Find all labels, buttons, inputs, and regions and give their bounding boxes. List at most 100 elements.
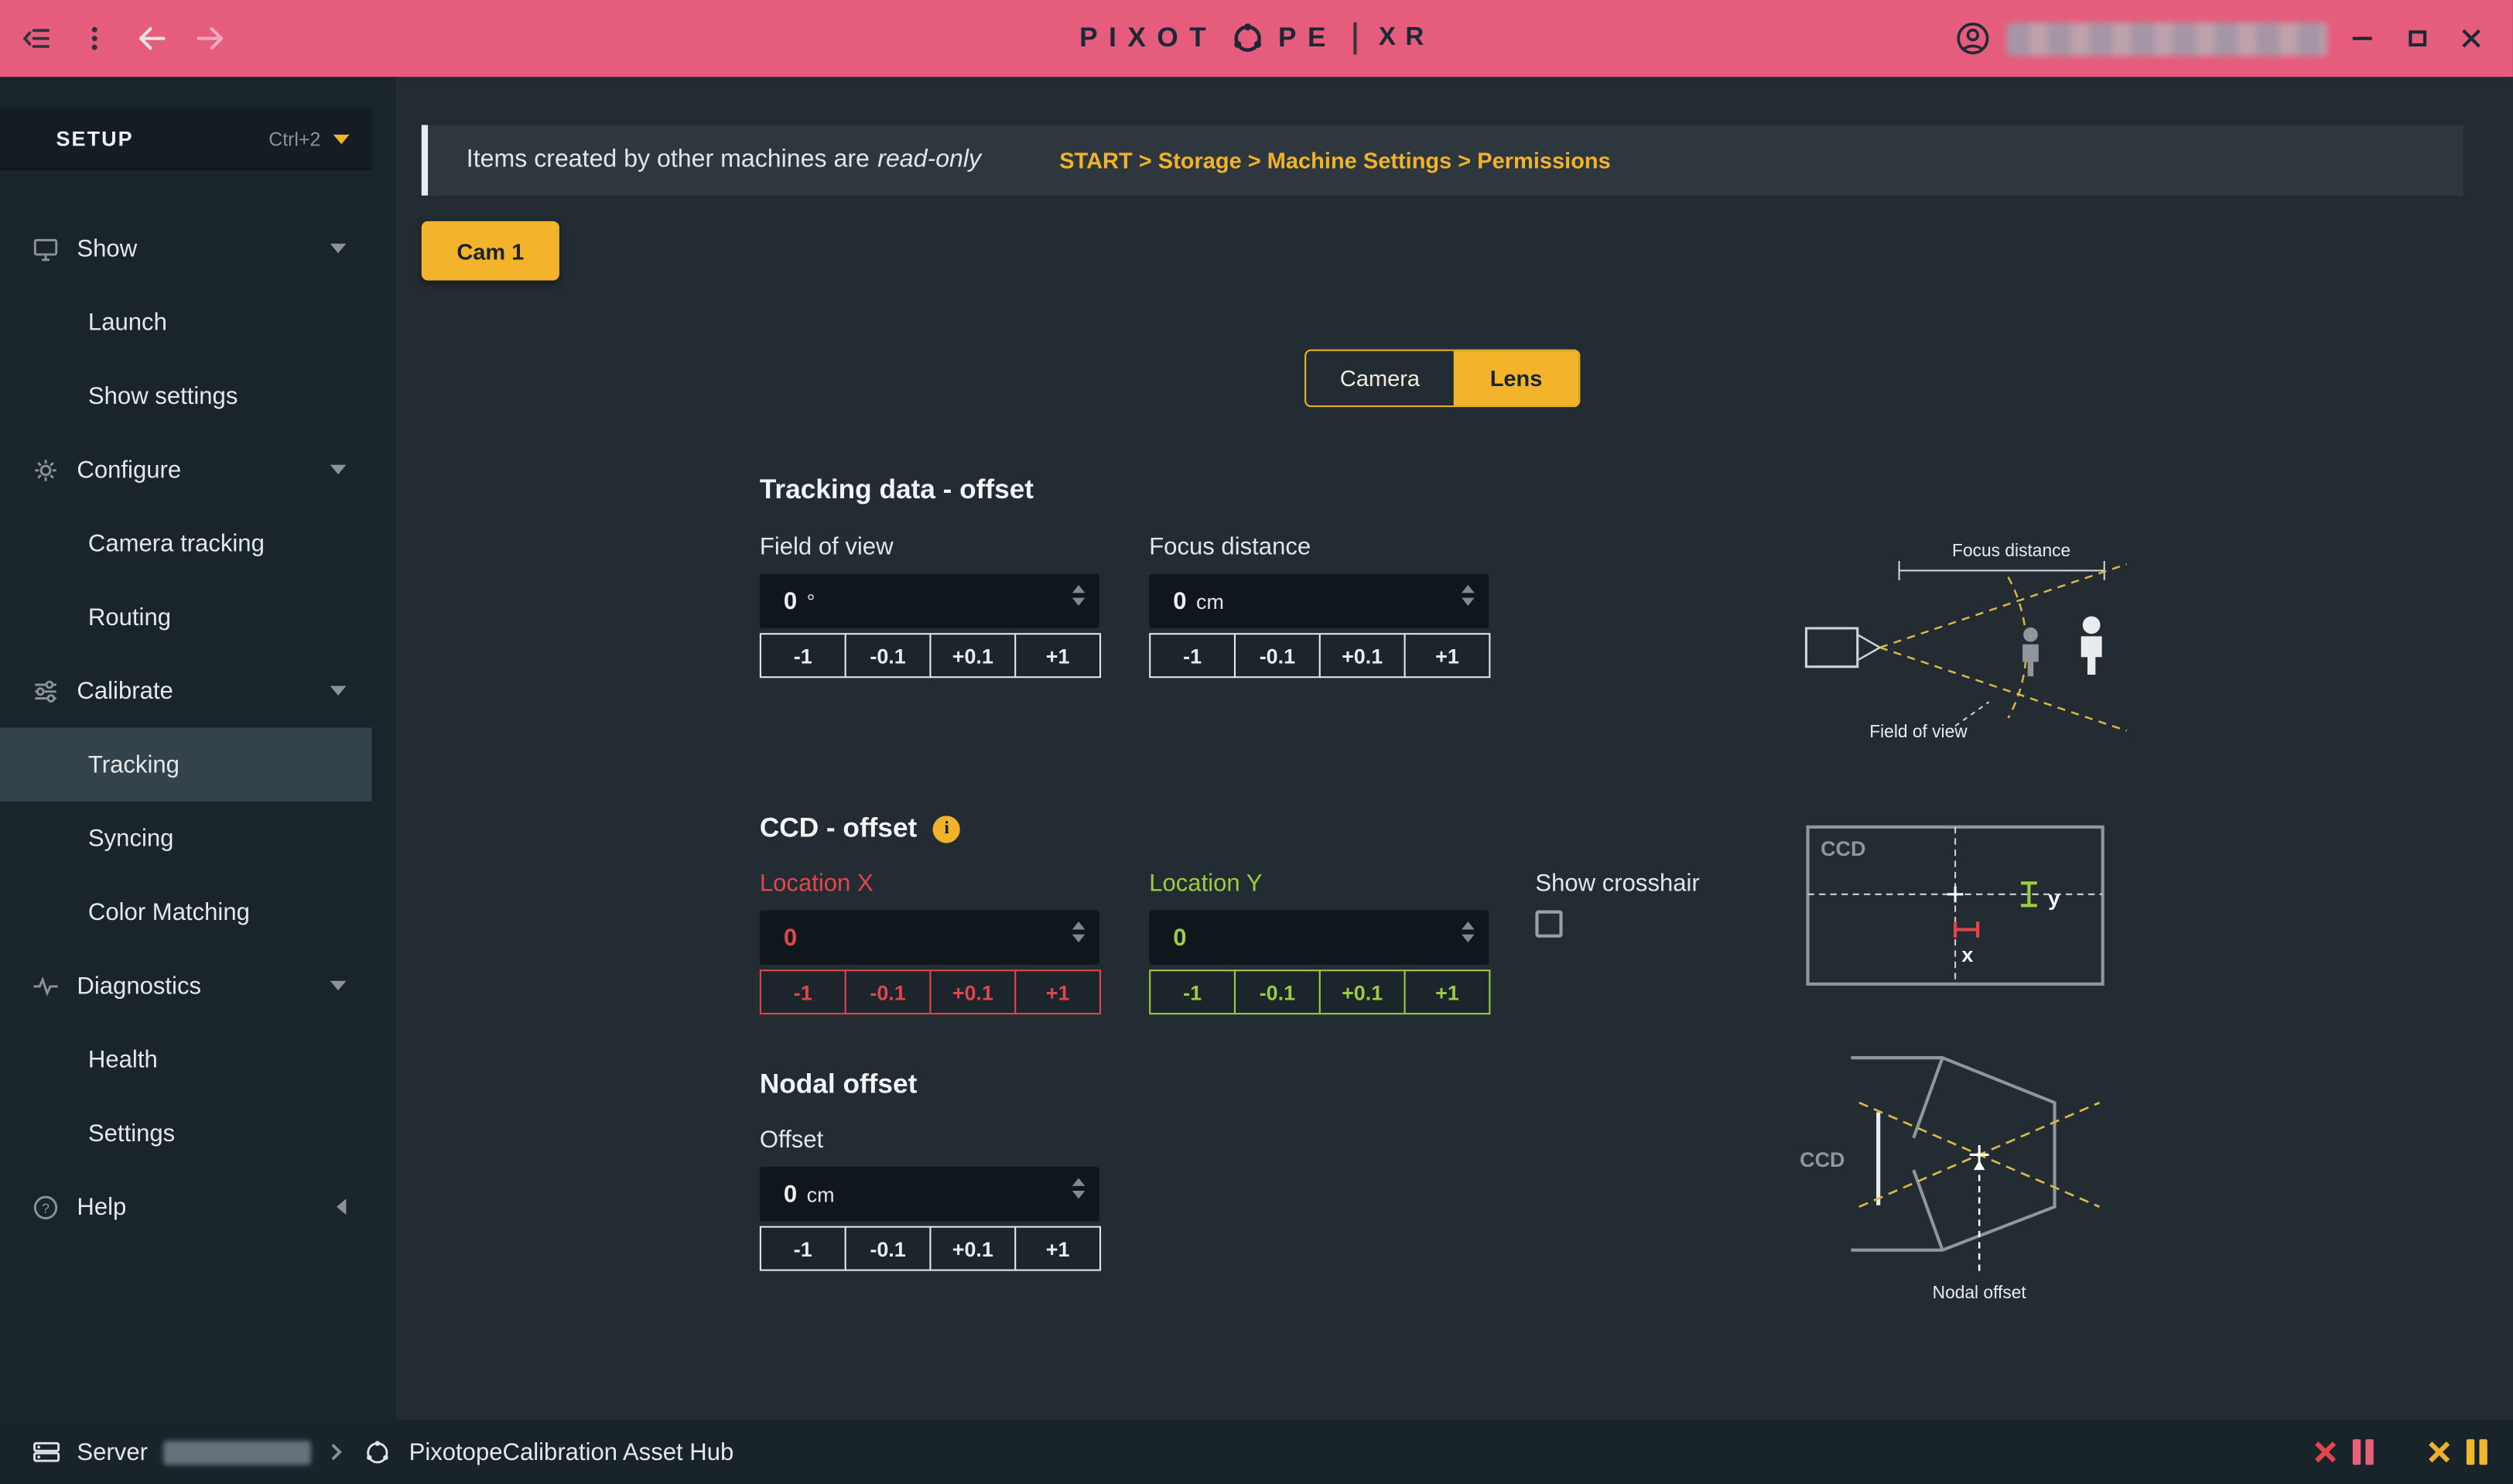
- setup-selector[interactable]: SETUP Ctrl+2: [0, 109, 372, 170]
- spin-up-icon: [1072, 585, 1086, 593]
- sidebar-item-camera-tracking[interactable]: Camera tracking: [0, 507, 372, 580]
- sidebar-item-launch[interactable]: Launch: [0, 286, 372, 359]
- nodal-minus-0.1-button[interactable]: -0.1: [845, 1226, 932, 1271]
- svg-text:CCD: CCD: [1821, 837, 1865, 860]
- location-x-input[interactable]: 0: [760, 911, 1099, 965]
- field-of-view-field: Field of view 0 ° -1 -0.1 +0.1 +1: [760, 534, 1106, 678]
- fov-focus-diagram: Focus distance Field of view: [1790, 539, 2143, 744]
- cam1-button[interactable]: Cam 1: [422, 221, 559, 281]
- stepper-arrows[interactable]: [1462, 585, 1475, 606]
- svg-text:y: y: [2048, 887, 2060, 910]
- pixotope-atom-icon: [363, 1437, 393, 1467]
- nodal-plus-1-button[interactable]: +1: [1014, 1226, 1101, 1271]
- close-button[interactable]: [2452, 16, 2491, 61]
- collapse-sidebar-icon[interactable]: [19, 21, 55, 56]
- sidebar-item-show[interactable]: Show: [0, 211, 372, 285]
- stepper-arrows[interactable]: [1072, 585, 1086, 606]
- forward-icon[interactable]: [193, 21, 228, 56]
- locy-plus-0.1-button[interactable]: +0.1: [1319, 969, 1406, 1014]
- logo-text-right: PE: [1278, 22, 1337, 54]
- nodal-offset-input[interactable]: 0 cm: [760, 1167, 1099, 1221]
- sidebar-item-color-matching[interactable]: Color Matching: [0, 875, 372, 949]
- locy-minus-0.1-button[interactable]: -0.1: [1234, 969, 1321, 1014]
- sidebar-item-syncing[interactable]: Syncing: [0, 802, 372, 875]
- tab-camera[interactable]: Camera: [1306, 351, 1454, 405]
- red-stop-indicator[interactable]: [2311, 1438, 2340, 1466]
- back-icon[interactable]: [135, 21, 170, 56]
- user-account-icon[interactable]: [1955, 21, 1991, 56]
- chevron-down-icon: [330, 981, 347, 990]
- yellow-stop-indicator[interactable]: [2425, 1438, 2453, 1466]
- focus-minus-0.1-button[interactable]: -0.1: [1234, 633, 1321, 678]
- spin-up-icon: [1072, 922, 1086, 929]
- show-crosshair-checkbox[interactable]: [1535, 911, 1562, 938]
- sidebar-item-show-settings[interactable]: Show settings: [0, 359, 372, 433]
- location-y-input[interactable]: 0: [1149, 911, 1489, 965]
- spin-up-icon: [1462, 922, 1475, 929]
- section-title-ccd-offset: CCD - offset: [760, 812, 960, 844]
- stepper-arrows[interactable]: [1072, 1178, 1086, 1198]
- sidebar-item-settings[interactable]: Settings: [0, 1096, 372, 1170]
- topbar: PIXOT PE XR: [0, 0, 2513, 77]
- minimize-button[interactable]: [2343, 16, 2381, 61]
- spin-down-icon: [1462, 935, 1475, 942]
- fov-plus-1-button[interactable]: +1: [1014, 633, 1101, 678]
- spin-down-icon: [1072, 1191, 1086, 1198]
- nodal-plus-0.1-button[interactable]: +0.1: [929, 1226, 1016, 1271]
- svg-text:Nodal offset: Nodal offset: [1933, 1282, 2027, 1302]
- red-pause-indicator[interactable]: [2353, 1439, 2374, 1465]
- locy-plus-1-button[interactable]: +1: [1404, 969, 1491, 1014]
- sidebar-item-diagnostics[interactable]: Diagnostics: [0, 949, 372, 1022]
- fov-minus-0.1-button[interactable]: -0.1: [845, 633, 932, 678]
- asset-hub-label[interactable]: PixotopeCalibration Asset Hub: [409, 1438, 734, 1465]
- locx-minus-1-button[interactable]: -1: [760, 969, 846, 1014]
- tab-lens[interactable]: Lens: [1454, 351, 1579, 405]
- spin-up-icon: [1072, 1178, 1086, 1185]
- section-title-tracking-offset: Tracking data - offset: [760, 474, 1034, 506]
- setup-title: SETUP: [56, 127, 133, 151]
- sidebar-item-health[interactable]: Health: [0, 1023, 372, 1096]
- fov-plus-0.1-button[interactable]: +0.1: [929, 633, 1016, 678]
- show-crosshair-group: Show crosshair: [1535, 870, 1699, 938]
- configure-icon: [32, 456, 59, 483]
- focus-distance-input[interactable]: 0 cm: [1149, 574, 1489, 628]
- help-icon: ?: [32, 1193, 59, 1220]
- maximize-button[interactable]: [2398, 16, 2436, 61]
- breadcrumb[interactable]: START > Storage > Machine Settings > Per…: [1059, 125, 1611, 196]
- stepper-arrows[interactable]: [1072, 922, 1086, 942]
- spin-down-icon: [1462, 598, 1475, 606]
- sidebar-item-tracking[interactable]: Tracking: [0, 727, 372, 801]
- location-x-label: Location X: [760, 870, 1106, 899]
- locy-minus-1-button[interactable]: -1: [1149, 969, 1236, 1014]
- calibrate-icon: [32, 677, 59, 704]
- server-label: Server: [77, 1438, 148, 1465]
- svg-text:x: x: [1961, 943, 1973, 966]
- product-name: XR: [1379, 24, 1434, 53]
- locx-minus-0.1-button[interactable]: -0.1: [845, 969, 932, 1014]
- fov-minus-1-button[interactable]: -1: [760, 633, 846, 678]
- logo-separator: [1353, 22, 1356, 54]
- chevron-left-icon: [337, 1198, 346, 1215]
- sidebar-item-routing[interactable]: Routing: [0, 580, 372, 654]
- sidebar-item-help[interactable]: ? Help: [0, 1170, 372, 1243]
- locx-plus-0.1-button[interactable]: +0.1: [929, 969, 1016, 1014]
- logo-text-left: PIXOT: [1079, 22, 1217, 54]
- focus-plus-0.1-button[interactable]: +0.1: [1319, 633, 1406, 678]
- kebab-menu-icon[interactable]: [77, 21, 112, 56]
- stepper-arrows[interactable]: [1462, 922, 1475, 942]
- field-of-view-input[interactable]: 0 °: [760, 574, 1099, 628]
- sidebar-item-configure[interactable]: Configure: [0, 433, 372, 506]
- focus-step-buttons: -1 -0.1 +0.1 +1: [1149, 633, 1495, 678]
- chevron-down-icon: [330, 244, 347, 253]
- sidebar-item-calibrate[interactable]: Calibrate: [0, 654, 372, 727]
- focus-plus-1-button[interactable]: +1: [1404, 633, 1491, 678]
- close-icon: [2460, 27, 2483, 50]
- nodal-minus-1-button[interactable]: -1: [760, 1226, 846, 1271]
- read-only-banner: Items created by other machines areread-…: [422, 125, 2463, 196]
- yellow-pause-indicator[interactable]: [2467, 1439, 2487, 1465]
- focus-minus-1-button[interactable]: -1: [1149, 633, 1236, 678]
- nodal-offset-label: Offset: [760, 1127, 1106, 1155]
- locx-plus-1-button[interactable]: +1: [1014, 969, 1101, 1014]
- nodal-step-buttons: -1 -0.1 +0.1 +1: [760, 1226, 1106, 1271]
- info-icon[interactable]: [933, 815, 960, 842]
